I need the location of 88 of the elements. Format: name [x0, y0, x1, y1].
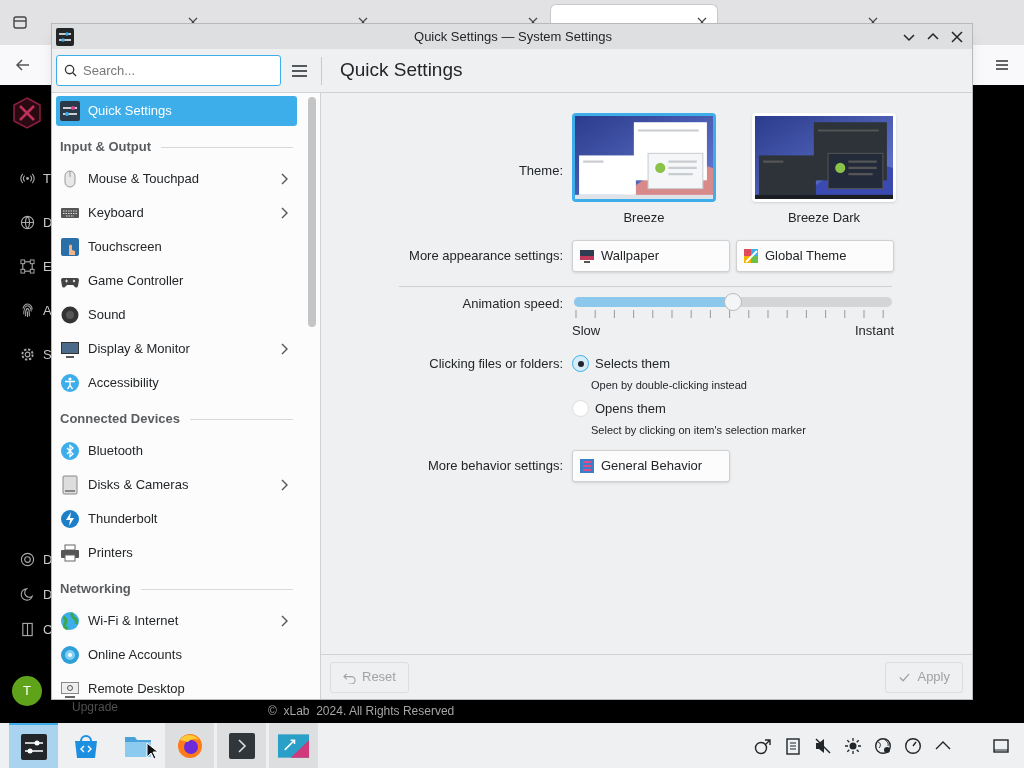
- sidebar-item[interactable]: Keyboard: [56, 198, 297, 228]
- settings-window-icon: [277, 731, 310, 760]
- touchscreen-icon: [60, 237, 80, 257]
- app-icon: [56, 27, 74, 46]
- sidebar-item[interactable]: Game Controller: [56, 266, 297, 296]
- search-icon: [64, 64, 77, 77]
- field-label: Theme:: [517, 161, 563, 180]
- palette-icon: [743, 247, 759, 264]
- browser-icon: [175, 731, 204, 760]
- slider-min-label: Slow: [572, 321, 601, 340]
- brightness-icon[interactable]: [844, 736, 862, 755]
- bluetooth-icon: [60, 441, 80, 461]
- radio-label[interactable]: Opens them: [595, 399, 666, 419]
- theme-name: Breeze: [623, 209, 665, 227]
- printer-icon: [60, 543, 80, 563]
- sliders-icon: [19, 732, 48, 761]
- wallpaper-icon: [579, 247, 595, 264]
- section-header: Networking: [60, 580, 131, 599]
- terminal-icon: [227, 731, 256, 760]
- lightning-icon: [60, 509, 80, 529]
- nav-label[interactable]: A: [43, 301, 51, 321]
- sidebar-item[interactable]: Touchscreen: [56, 232, 297, 262]
- section-header: Connected Devices: [60, 410, 180, 429]
- clipboard-icon[interactable]: [784, 736, 802, 755]
- slider-max-label: Instant: [854, 321, 894, 340]
- logo-icon[interactable]: [11, 97, 43, 129]
- show-desktop-icon[interactable]: [992, 736, 1010, 755]
- nav-label[interactable]: E: [43, 257, 51, 277]
- fingerprint-icon[interactable]: [20, 303, 35, 319]
- sidebar-item[interactable]: Printers: [56, 538, 297, 568]
- speaker-icon: [60, 305, 80, 325]
- section-header: Input & Output: [60, 138, 151, 157]
- menu-icon[interactable]: [291, 63, 308, 78]
- sidebar-item[interactable]: Thunderbolt: [56, 504, 297, 534]
- sidebar-item[interactable]: Remote Desktop: [56, 674, 297, 699]
- settings-button[interactable]: Wallpaper: [572, 239, 730, 272]
- mouse-cursor-icon: [146, 742, 158, 760]
- slider-thumb[interactable]: [724, 292, 742, 311]
- sidebar-item[interactable]: Accessibility: [56, 368, 297, 398]
- door-icon[interactable]: [20, 622, 35, 638]
- scrollbar-thumb[interactable]: [308, 97, 316, 327]
- sidebar-item[interactable]: Online Accounts: [56, 640, 297, 670]
- page-title: Quick Settings: [340, 58, 463, 83]
- sidebar-item[interactable]: Bluetooth: [56, 436, 297, 466]
- option-hint: Select by clicking on item's selection marker: [591, 422, 807, 438]
- menu-icon[interactable]: [994, 57, 1010, 73]
- radio-button[interactable]: [572, 355, 589, 373]
- window-title: Quick Settings — System Settings: [414, 27, 612, 46]
- settings-button[interactable]: Global Theme: [736, 239, 894, 272]
- sidebar-item[interactable]: Wi-Fi & Internet: [56, 606, 297, 636]
- sidebar-item[interactable]: Sound: [56, 300, 297, 330]
- behavior-icon: [579, 458, 595, 474]
- nav-label[interactable]: D: [43, 213, 51, 233]
- radio-label[interactable]: Selects them: [595, 354, 671, 374]
- field-label: More behavior settings:: [426, 457, 563, 476]
- sidebar-item[interactable]: Mouse & Touchpad: [56, 164, 297, 194]
- sidebar-item[interactable]: Display & Monitor: [56, 334, 297, 364]
- moon-icon[interactable]: [20, 587, 35, 603]
- frame-icon[interactable]: [20, 259, 35, 275]
- globe-icon[interactable]: [874, 736, 892, 755]
- monitor-icon: [60, 339, 80, 359]
- sidebar-item[interactable]: Disks & Cameras: [56, 470, 297, 500]
- field-label: Clicking files or folders:: [428, 355, 563, 373]
- tab-list-icon[interactable]: [12, 14, 28, 30]
- taskbar-app[interactable]: [165, 723, 214, 768]
- taskbar-app[interactable]: [9, 723, 58, 768]
- copyright-text: © xLab 2024. All Rights Reserved: [268, 703, 455, 720]
- globe-icon[interactable]: [20, 215, 35, 231]
- field-label: More appearance settings:: [408, 246, 563, 265]
- nav-label[interactable]: S: [43, 345, 51, 365]
- accessibility-icon: [60, 373, 80, 393]
- lifebuoy-icon[interactable]: [20, 552, 35, 568]
- field-label: Animation speed:: [461, 294, 563, 313]
- nav-label[interactable]: D: [43, 550, 51, 570]
- close-icon[interactable]: [950, 29, 964, 44]
- option-hint: Open by double-clicking instead: [591, 377, 748, 393]
- muted-speaker-icon[interactable]: [814, 736, 832, 755]
- taskbar-app[interactable]: [217, 723, 266, 768]
- nav-label[interactable]: T: [43, 169, 51, 189]
- globe-icon: [60, 611, 80, 631]
- search-field[interactable]: Search...: [56, 55, 281, 86]
- nav-label[interactable]: D: [43, 585, 51, 605]
- sliders-icon: [60, 101, 80, 121]
- settings-button[interactable]: General Behavior: [572, 450, 730, 482]
- settings-icon[interactable]: [20, 347, 35, 363]
- gauge-icon[interactable]: [904, 736, 922, 755]
- theme-name: Breeze Dark: [787, 209, 861, 227]
- accounts-icon: [60, 645, 80, 665]
